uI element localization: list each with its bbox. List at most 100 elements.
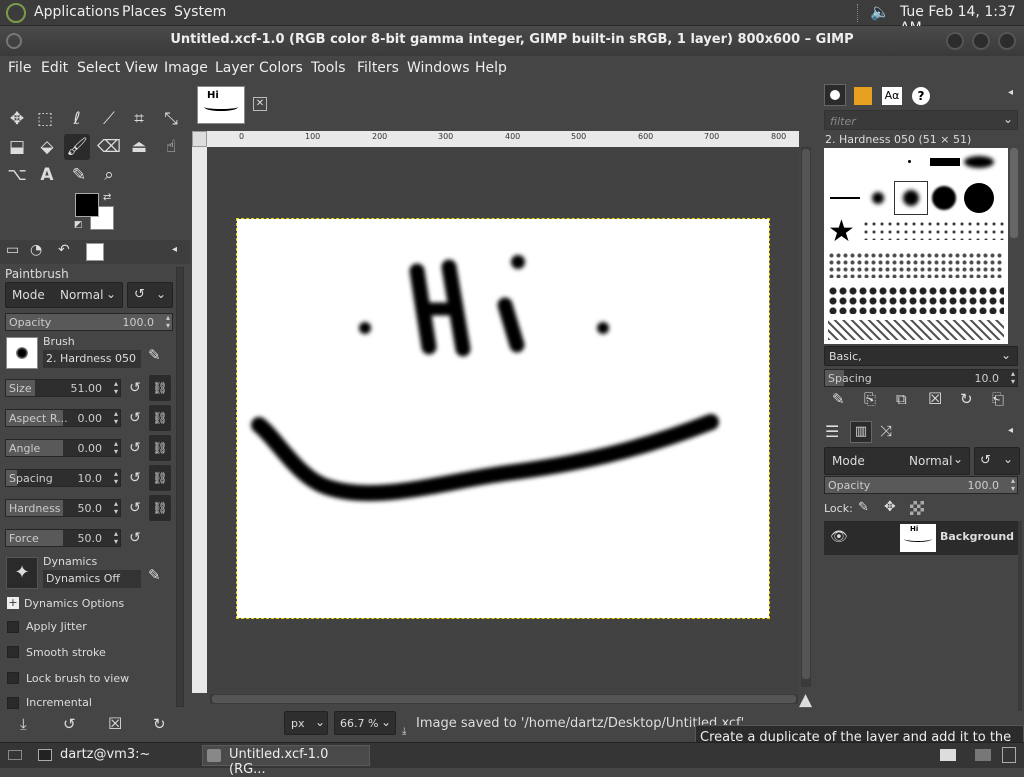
layers-configure-icon[interactable]: ◂ [1008, 425, 1013, 436]
save-options-icon[interactable]: ⤓ [20, 715, 27, 733]
spin-arrows-icon[interactable]: ▴ ▾ [114, 440, 118, 456]
hardness-slider[interactable]: Hardness 50.0 ▴ ▾ [5, 499, 121, 517]
ruler-corner[interactable] [192, 131, 207, 147]
menu-windows[interactable]: Windows [407, 60, 470, 76]
link-aspect-icon[interactable]: ⛓ [149, 405, 171, 431]
vertical-scrollbar-thumb[interactable] [802, 149, 810, 679]
menu-colors[interactable]: Colors [259, 60, 303, 76]
edit-brush-button-icon[interactable]: ✎ [832, 390, 845, 408]
menu-file[interactable]: File [8, 60, 31, 76]
trash-icon[interactable] [1002, 747, 1016, 763]
brush-hardness-100[interactable] [964, 183, 994, 213]
workspace-switcher-2-icon[interactable] [975, 749, 991, 761]
unified-transform-tool-icon[interactable]: ⤡ [158, 106, 184, 132]
swap-colors-icon[interactable]: ⇄ [103, 192, 111, 203]
maximize-button[interactable] [972, 32, 990, 50]
restore-options-icon[interactable]: ↺ [63, 715, 76, 733]
link-hardness-icon[interactable]: ⛓ [149, 495, 171, 521]
visibility-eye-icon[interactable]: 👁 [830, 529, 848, 545]
crop-tool-icon[interactable]: ⌗ [126, 106, 152, 132]
places-menu[interactable]: Places [122, 4, 167, 20]
brush-block-wide[interactable] [930, 158, 960, 166]
fonts-tab-icon[interactable]: Aα [882, 87, 902, 105]
close-button[interactable] [998, 32, 1016, 50]
text-tool-icon[interactable]: A [34, 162, 60, 188]
dynamics-options-expander[interactable]: Dynamics Options [24, 597, 124, 610]
spin-arrows-icon[interactable]: ▴ ▾ [114, 470, 118, 486]
reset-aspect-icon[interactable]: ↺ [126, 409, 144, 427]
edit-dynamics-icon[interactable]: ✎ [148, 566, 161, 584]
reset-size-icon[interactable]: ↺ [126, 379, 144, 397]
brush-hardness-075[interactable] [932, 186, 956, 210]
workspace-switcher-icon[interactable] [940, 749, 956, 761]
brush-selected-hardness-050[interactable] [894, 181, 928, 215]
applications-menu[interactable]: Applications [34, 4, 120, 20]
bucket-fill-tool-icon[interactable]: ⬙ [34, 134, 60, 160]
layer-row-background[interactable]: 👁 Hi Background [824, 521, 1018, 555]
link-spacing-icon[interactable]: ⛓ [149, 465, 171, 491]
brush-to-clipboard-icon[interactable]: ⎗ [992, 390, 1004, 408]
paths-tool-icon[interactable]: ⌥ [4, 162, 30, 188]
move-tool-icon[interactable]: ✥ [4, 106, 30, 132]
minimize-button[interactable] [946, 32, 964, 50]
delete-options-icon[interactable]: ☒ [108, 714, 122, 733]
brush-hardness-025[interactable] [872, 192, 884, 204]
lock-brush-checkbox[interactable] [7, 672, 19, 684]
layers-tab-icon[interactable]: ☰ [825, 422, 839, 441]
menu-filters[interactable]: Filters [357, 60, 399, 76]
edit-brush-icon[interactable]: ✎ [148, 346, 161, 364]
angle-slider[interactable]: Angle 0.00 ▴ ▾ [5, 439, 121, 457]
image-tab-thumbnail[interactable]: Hi [197, 86, 245, 124]
opacity-slider[interactable]: Opacity 100.0 ▴ ▾ [5, 313, 173, 331]
brushes-configure-icon[interactable]: ◂ [1008, 87, 1013, 98]
navigate-icon[interactable]: ▲ [799, 690, 812, 710]
menu-view[interactable]: View [125, 60, 158, 76]
brush-texture-row-1[interactable] [862, 220, 1004, 240]
brush-grid[interactable]: ★ [824, 148, 1008, 344]
volume-icon[interactable]: 🔈 [870, 2, 890, 21]
delete-brush-icon[interactable]: ☒ [928, 389, 942, 408]
brush-pixel[interactable] [908, 160, 911, 163]
brush-filter-input[interactable]: filter ⌄ [824, 110, 1018, 130]
show-desktop-icon[interactable] [8, 750, 22, 760]
reset-force-icon[interactable]: ↺ [126, 529, 144, 547]
spin-arrows-icon[interactable]: ▴ ▾ [1011, 477, 1015, 493]
tool-options-scrollbar[interactable] [176, 267, 184, 707]
new-brush-icon[interactable]: ⎘ [864, 390, 876, 408]
menu-tools[interactable]: Tools [311, 60, 346, 76]
help-tab-icon[interactable]: ? [912, 87, 930, 105]
taskbar-item-terminal[interactable]: dartz@vm3:~ [34, 745, 194, 766]
link-size-icon[interactable]: ⛓ [149, 375, 171, 401]
eraser-tool-icon[interactable]: ⌫ [96, 134, 122, 160]
lock-position-icon[interactable]: ✥ [884, 499, 896, 515]
images-tab-icon[interactable] [86, 243, 104, 261]
mode-dropdown[interactable]: Mode Normal ⌄ [5, 282, 123, 308]
reset-hardness-icon[interactable]: ↺ [126, 499, 144, 517]
duplicate-brush-icon[interactable]: ⧉ [896, 390, 907, 408]
brush-tag-dropdown[interactable]: Basic, ⌄ [824, 346, 1018, 366]
menu-select[interactable]: Select [77, 60, 120, 76]
spin-arrows-icon[interactable]: ▴ ▾ [114, 410, 118, 426]
paintbrush-tool-icon[interactable]: 🖌 [64, 134, 90, 160]
spin-arrows-icon[interactable]: ▴ ▾ [114, 530, 118, 546]
tool-options-tab-icon[interactable]: ▭ [6, 242, 19, 258]
zoom-tool-icon[interactable]: ⌕ [96, 162, 122, 188]
force-slider[interactable]: Force 50.0 ▴ ▾ [5, 529, 121, 547]
lasso-tool-icon[interactable]: ℓ [64, 106, 90, 132]
dynamics-name-field[interactable]: Dynamics Off [43, 570, 141, 588]
unit-dropdown[interactable]: px ⌄ [284, 711, 328, 735]
smooth-stroke-checkbox[interactable] [7, 646, 19, 658]
foreground-color-swatch[interactable] [75, 193, 99, 217]
brush-star[interactable]: ★ [828, 214, 855, 249]
clone-tool-icon[interactable]: ⏏ [126, 134, 152, 160]
brush-spacing-slider[interactable]: Spacing 10.0 ▴ ▾ [824, 369, 1018, 387]
layer-mode-dropdown[interactable]: Mode Normal ⌄ [824, 447, 970, 475]
layer-opacity-slider[interactable]: Opacity 100.0 ▴ ▾ [824, 476, 1018, 494]
image-canvas[interactable] [236, 218, 770, 619]
zoom-dropdown[interactable]: 66.7 % ⌄ [334, 711, 396, 735]
brush-texture-row-4[interactable] [828, 320, 1004, 340]
spin-arrows-icon[interactable]: ▴ ▾ [1011, 370, 1015, 386]
vertical-scrollbar[interactable] [801, 147, 811, 687]
paths-tab-icon[interactable]: ⤨ [880, 422, 892, 440]
menu-layer[interactable]: Layer [215, 60, 254, 76]
